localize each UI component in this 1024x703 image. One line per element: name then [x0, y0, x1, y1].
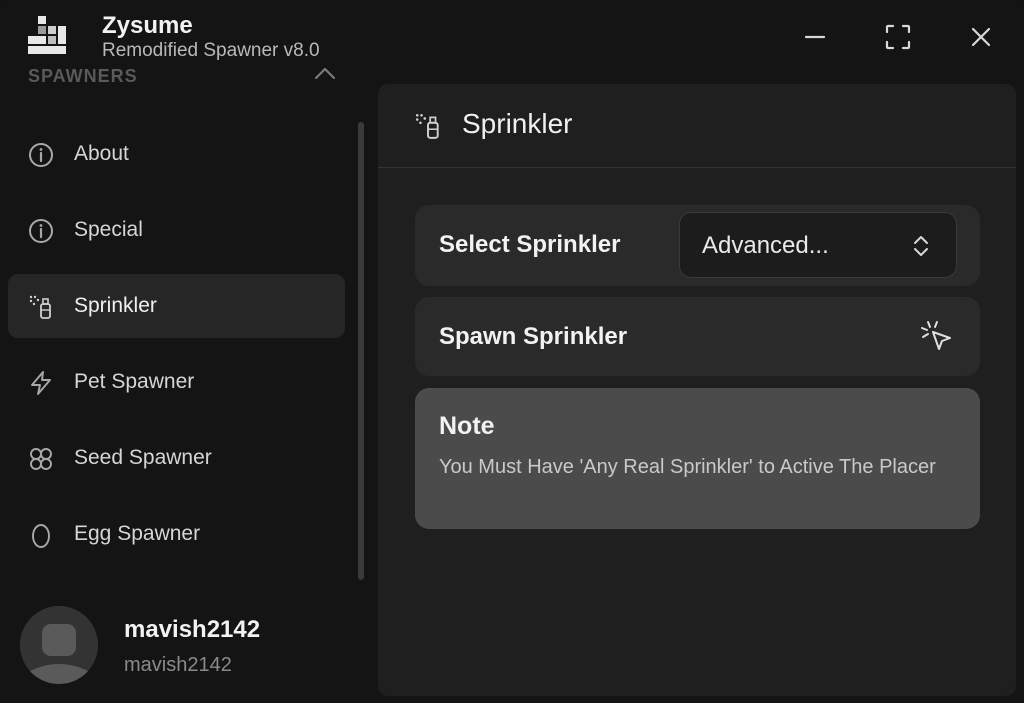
- sidebar-item-label: Seed Spawner: [74, 446, 212, 469]
- minimize-button[interactable]: [798, 20, 832, 54]
- sidebar-item-about[interactable]: About: [8, 122, 345, 186]
- click-pointer-icon: [921, 321, 951, 350]
- sidebar-item-egg-spawner[interactable]: Egg Spawner: [8, 502, 345, 566]
- chevron-up-down-icon: [914, 236, 928, 256]
- sidebar-item-label: Special: [74, 218, 143, 241]
- user-handle: mavish2142: [124, 654, 232, 676]
- close-button[interactable]: [964, 20, 998, 54]
- note-card: Note You Must Have 'Any Real Sprinkler' …: [415, 388, 980, 529]
- sidebar: SPAWNERS About Special Sprinkler Pet Spa…: [0, 66, 372, 596]
- sidebar-scrollbar[interactable]: [358, 122, 364, 580]
- sidebar-item-label: Sprinkler: [74, 294, 157, 317]
- egg-icon: [32, 524, 50, 548]
- fullscreen-icon: [885, 24, 911, 50]
- info-icon: [29, 219, 53, 243]
- section-label: SPAWNERS: [28, 66, 138, 86]
- panel-header: Sprinkler: [378, 84, 1016, 168]
- sidebar-item-label: Pet Spawner: [74, 370, 195, 393]
- dropdown-value: Advanced...: [702, 232, 829, 259]
- spawn-sprinkler-label: Spawn Sprinkler: [439, 323, 628, 350]
- app-window: Zysume Remodified Spawner v8.0 SPAWNERS: [0, 0, 1024, 703]
- spray-bottle-icon: [415, 113, 439, 139]
- section-header-spawners[interactable]: SPAWNERS: [28, 66, 348, 90]
- user-profile[interactable]: mavish2142 mavish2142: [20, 606, 360, 686]
- user-name: mavish2142: [124, 616, 261, 643]
- chevron-up-icon: [314, 67, 336, 80]
- sidebar-item-label: Egg Spawner: [74, 522, 201, 545]
- avatar: [20, 606, 98, 684]
- spawn-sprinkler-button[interactable]: Spawn Sprinkler: [415, 297, 980, 376]
- sidebar-item-label: About: [74, 142, 129, 165]
- app-title: Zysume: [102, 12, 193, 39]
- app-subtitle: Remodified Spawner v8.0: [102, 40, 320, 61]
- select-sprinkler-label: Select Sprinkler: [439, 231, 621, 258]
- info-icon: [29, 143, 53, 167]
- maximize-button[interactable]: [881, 20, 915, 54]
- flower-icon: [30, 448, 52, 470]
- sidebar-item-seed-spawner[interactable]: Seed Spawner: [8, 426, 345, 490]
- lightning-icon: [31, 371, 51, 395]
- sprinkler-dropdown[interactable]: Advanced...: [679, 212, 957, 278]
- main-panel: Sprinkler Select Sprinkler Advanced... S…: [378, 84, 1016, 696]
- note-title: Note: [439, 412, 495, 440]
- select-sprinkler-card: Select Sprinkler Advanced...: [415, 205, 980, 286]
- sidebar-item-special[interactable]: Special: [8, 198, 345, 262]
- close-icon: [971, 27, 991, 47]
- minus-icon: [804, 35, 826, 39]
- page-title: Sprinkler: [462, 108, 573, 139]
- sidebar-item-pet-spawner[interactable]: Pet Spawner: [8, 350, 345, 414]
- sidebar-item-sprinkler[interactable]: Sprinkler: [8, 274, 345, 338]
- spray-bottle-icon: [29, 295, 51, 319]
- note-text: You Must Have 'Any Real Sprinkler' to Ac…: [439, 456, 936, 478]
- app-logo: [28, 16, 66, 54]
